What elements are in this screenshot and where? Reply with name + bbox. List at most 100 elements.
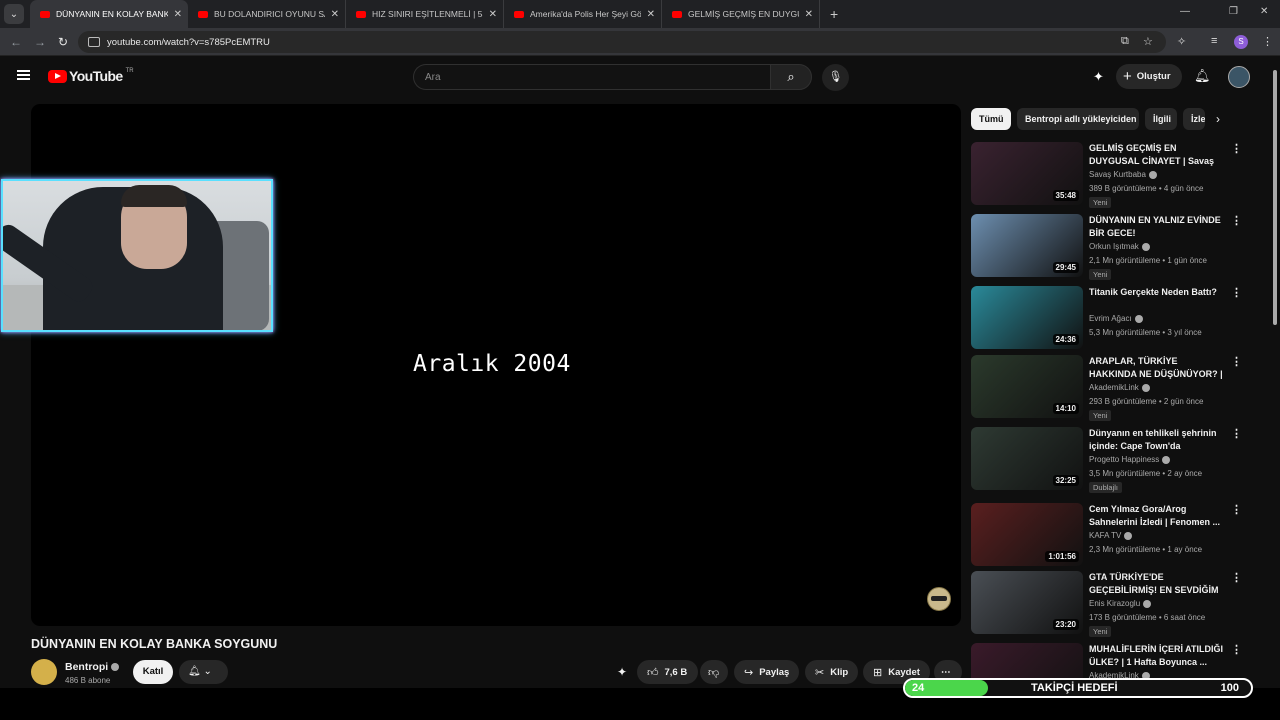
reload-icon[interactable]: ↻ <box>58 35 68 49</box>
recommendation-title[interactable]: GELMİŞ GEÇMİŞ EN DUYGUSAL CİNAYET | Sava… <box>1089 142 1227 168</box>
recommendation-title[interactable]: Titanik Gerçekte Neden Battı? <box>1089 286 1227 299</box>
recommendation-title[interactable]: Cem Yılmaz Gora/Arog Sahnelerini İzledi … <box>1089 503 1227 529</box>
more-vert-icon[interactable]: ⋮ <box>1231 503 1242 516</box>
create-button[interactable]: + Oluştur <box>1116 64 1182 89</box>
scrollbar-thumb[interactable] <box>1273 70 1277 325</box>
site-info-icon[interactable] <box>88 37 100 47</box>
video-thumbnail[interactable]: 14:10 <box>971 355 1083 418</box>
more-vert-icon[interactable]: ⋮ <box>1231 643 1242 656</box>
recommendation-item[interactable]: 35:48 GELMİŞ GEÇMİŞ EN DUYGUSAL CİNAYET |… <box>971 142 1242 208</box>
recommendation-channel[interactable]: KAFA TV <box>1089 531 1133 540</box>
recommendation-channel[interactable]: Orkun Işıtmak <box>1089 242 1150 251</box>
chip-from-uploader[interactable]: Bentropi adlı yükleyiciden <box>1017 108 1139 130</box>
chevron-right-icon[interactable]: › <box>1216 112 1220 126</box>
search-button[interactable]: ⌕ <box>770 64 812 90</box>
close-tab-icon[interactable]: ✕ <box>647 9 655 20</box>
recommendation-channel[interactable]: Progetto Happiness <box>1089 455 1171 464</box>
more-vert-icon[interactable]: ⋮ <box>1231 427 1242 440</box>
recommendation-channel-text[interactable]: Progetto Happiness <box>1089 455 1159 464</box>
youtube-logo[interactable]: YouTube TR <box>48 68 134 84</box>
close-tab-icon[interactable]: ✕ <box>489 9 497 20</box>
clip-button[interactable]: ✂ Klip <box>805 660 859 684</box>
recommendation-item[interactable]: 14:10 ARAPLAR, TÜRKİYE HAKKINDA NE DÜŞÜNÜ… <box>971 355 1242 421</box>
media-icon[interactable]: ≡ <box>1211 35 1217 47</box>
page-scrollbar[interactable] <box>1272 60 1278 688</box>
recommendation-channel[interactable]: Savaş Kurtbaba <box>1089 170 1157 179</box>
browser-tab[interactable]: BU DOLANDIRICI OYUNU SAKIN ✕ <box>188 0 346 28</box>
video-thumbnail[interactable]: 1:01:56 <box>971 503 1083 566</box>
recommendation-item[interactable]: 23:20 GTA TÜRKİYE'DE GEÇEBİLİRMİŞ! EN SEV… <box>971 571 1242 637</box>
guide-menu-icon[interactable] <box>17 70 30 80</box>
close-tab-icon[interactable]: ✕ <box>331 9 339 20</box>
new-tab-button[interactable]: + <box>830 6 838 22</box>
forward-icon[interactable]: → <box>34 35 46 49</box>
video-thumbnail[interactable]: 35:48 <box>971 142 1083 205</box>
chip-all[interactable]: Tümü <box>971 108 1011 130</box>
close-tab-icon[interactable]: ✕ <box>805 9 813 20</box>
youtube-play-icon <box>48 69 67 83</box>
browser-tab[interactable]: GELMİŞ GEÇMİŞ EN DUYGUSAL ✕ <box>662 0 820 28</box>
recommendation-item[interactable]: 1:01:56 Cem Yılmaz Gora/Arog Sahnelerini … <box>971 503 1242 569</box>
recommendation-channel-text[interactable]: Evrim Ağacı <box>1089 314 1132 323</box>
video-thumbnail[interactable]: 23:20 <box>971 571 1083 634</box>
back-icon[interactable]: ← <box>10 35 22 49</box>
minimize-icon[interactable]: — <box>1180 6 1190 17</box>
recommendation-title[interactable]: DÜNYANIN EN YALNIZ EVİNDE BİR GECE! <box>1089 214 1227 240</box>
recommendation-title[interactable]: Dünyanın en tehlikeli şehrinin içinde: C… <box>1089 427 1227 453</box>
recommendation-channel[interactable]: Evrim Ağacı <box>1089 314 1143 323</box>
account-avatar[interactable] <box>1228 66 1250 88</box>
recommendation-item[interactable]: 29:45 DÜNYANIN EN YALNIZ EVİNDE BİR GECE!… <box>971 214 1242 280</box>
profile-avatar[interactable]: S <box>1234 35 1248 49</box>
browser-tab[interactable]: Amerika'da Polis Her Şeyi Görüyor ✕ <box>504 0 662 28</box>
more-vert-icon[interactable]: ⋮ <box>1231 571 1242 584</box>
video-thumbnail[interactable]: 32:25 <box>971 427 1083 490</box>
channel-name[interactable]: Bentropi <box>65 661 120 673</box>
verified-icon <box>111 663 120 672</box>
video-thumbnail[interactable]: 29:45 <box>971 214 1083 277</box>
tab-search-dropdown[interactable]: ⌄ <box>4 4 24 24</box>
video-thumbnail[interactable]: 24:36 <box>971 286 1083 349</box>
recommendation-title[interactable]: ARAPLAR, TÜRKİYE HAKKINDA NE DÜŞÜNÜYOR? … <box>1089 355 1227 381</box>
bookmark-star-icon[interactable]: ☆ <box>1143 35 1153 48</box>
dislike-button[interactable]: 👎︎ <box>700 660 728 684</box>
voice-search-button[interactable]: 🎙 <box>822 64 849 91</box>
recommendation-channel[interactable]: AkademikLink <box>1089 383 1150 392</box>
url-field[interactable]: youtube.com/watch?v=s785PcEMTRU <box>78 31 1166 53</box>
youtube-favicon <box>514 10 524 18</box>
browser-menu-icon[interactable]: ⋮ <box>1262 35 1273 48</box>
close-window-icon[interactable]: ✕ <box>1260 6 1268 17</box>
more-vert-icon[interactable]: ⋮ <box>1231 355 1242 368</box>
browser-tab[interactable]: HIZ SINIRI EŞİTLENMELİ | 5Srides ✕ <box>346 0 504 28</box>
extensions-icon[interactable]: ✧ <box>1177 35 1186 48</box>
close-tab-icon[interactable]: ✕ <box>174 9 182 20</box>
notifications-bell-icon[interactable]: 🔔︎ <box>1194 68 1211 84</box>
browser-tab[interactable]: DÜNYANIN EN KOLAY BANKA SOYGUNU ✕ <box>30 0 188 28</box>
subscription-bell-button[interactable]: 🔔︎ ⌄ <box>179 660 228 684</box>
recommendation-item[interactable]: 24:36 Titanik Gerçekte Neden Battı? Evrim … <box>971 286 1242 352</box>
premium-sparkle-icon[interactable]: ✦ <box>1093 69 1104 85</box>
channel-avatar[interactable] <box>31 659 57 685</box>
recommendation-channel[interactable]: Enis Kirazoglu <box>1089 599 1152 608</box>
install-app-icon[interactable]: ⧉ <box>1121 35 1129 48</box>
join-button[interactable]: Katıl <box>133 660 173 684</box>
more-vert-icon[interactable]: ⋮ <box>1231 214 1242 227</box>
channel-name-text[interactable]: Bentropi <box>65 661 108 673</box>
recommendation-item[interactable]: 32:25 Dünyanın en tehlikeli şehrinin için… <box>971 427 1242 493</box>
ask-ai-icon[interactable]: ✦ <box>617 665 627 679</box>
like-button[interactable]: 👍︎ 7,6 B <box>637 660 698 684</box>
recommendation-channel-text[interactable]: Enis Kirazoglu <box>1089 599 1140 608</box>
search-input[interactable]: Ara <box>413 64 770 90</box>
restore-icon[interactable]: ❐ <box>1229 6 1238 17</box>
more-vert-icon[interactable]: ⋮ <box>1231 286 1242 299</box>
recommendation-title[interactable]: GTA TÜRKİYE'DE GEÇEBİLİRMİŞ! EN SEVDİĞİM… <box>1089 571 1227 597</box>
share-button[interactable]: ↪ Paylaş <box>734 660 800 684</box>
recommendation-channel-text[interactable]: AkademikLink <box>1089 383 1139 392</box>
recommendation-channel-text[interactable]: Orkun Işıtmak <box>1089 242 1139 251</box>
recommendation-channel-text[interactable]: Savaş Kurtbaba <box>1089 170 1146 179</box>
chip-watched[interactable]: İzle <box>1183 108 1205 130</box>
recommendation-meta: 389 B görüntüleme • 4 gün önce <box>1089 184 1204 193</box>
more-vert-icon[interactable]: ⋮ <box>1231 142 1242 155</box>
chip-related[interactable]: İlgili <box>1145 108 1177 130</box>
recommendation-title[interactable]: MUHALİFLERİN İÇERİ ATILDIĞI ÜLKE? | 1 Ha… <box>1089 643 1227 669</box>
recommendation-channel-text[interactable]: KAFA TV <box>1089 531 1121 540</box>
